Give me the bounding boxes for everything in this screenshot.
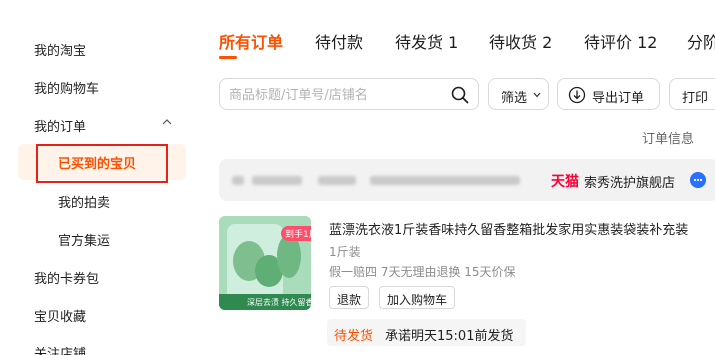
column-header-order-info: 订单信息 — [642, 132, 695, 147]
chevron-down-icon — [533, 92, 541, 98]
sidebar-item-consolidation[interactable]: 官方集运 — [58, 230, 110, 249]
sidebar-item-coupons[interactable]: 我的卡券包 — [34, 268, 99, 287]
sidebar-item-auction[interactable]: 我的拍卖 — [58, 192, 110, 211]
download-icon — [568, 86, 586, 104]
product-spec: 1斤装 — [329, 245, 361, 259]
sidebar: 我的淘宝 我的购物车 我的订单 已买到的宝贝 我的拍卖 官方集运 我的卡券包 宝… — [0, 0, 200, 355]
chevron-up-icon[interactable] — [162, 117, 172, 127]
tab-to-review[interactable]: 待评价 12 — [584, 29, 657, 53]
sidebar-item-my-taobao[interactable]: 我的淘宝 — [34, 40, 86, 59]
search-box — [219, 78, 479, 110]
product-guarantee: 假一赔四 7天无理由退换 15天价保 — [329, 265, 516, 279]
tab-all-orders[interactable]: 所有订单 — [219, 29, 283, 53]
ship-promise: 承诺明天15:01前发货 — [385, 329, 514, 344]
sidebar-item-orders[interactable]: 我的订单 — [34, 116, 86, 135]
filter-label: 筛选 — [501, 91, 528, 106]
order-status: 待发货 — [334, 329, 374, 344]
add-to-cart-button[interactable]: 加入购物车 — [379, 286, 456, 309]
search-icon[interactable] — [450, 85, 470, 105]
tab-active-indicator — [219, 56, 237, 59]
redacted-order-info — [370, 176, 520, 185]
redacted-order-info — [318, 176, 356, 185]
filter-button[interactable]: 筛选 — [488, 78, 549, 110]
export-orders-label: 导出订单 — [592, 91, 645, 106]
product-image-caption: 深层去渍 持久留香 — [247, 298, 311, 307]
tab-installments[interactable]: 分阶 — [687, 29, 715, 53]
sidebar-item-cart[interactable]: 我的购物车 — [34, 78, 99, 97]
sidebar-item-favorites[interactable]: 宝贝收藏 — [34, 306, 86, 325]
product-title[interactable]: 蓝漂洗衣液1斤装香味持久留香整箱批发家用实惠装袋装补充装 — [329, 219, 715, 238]
tab-to-pay[interactable]: 待付款 — [315, 29, 363, 53]
product-image[interactable]: 到手1斤 深层去渍 持久留香 — [219, 216, 311, 310]
export-orders-button[interactable]: 导出订单 — [557, 78, 660, 110]
tab-to-ship[interactable]: 待发货 1 — [395, 29, 458, 53]
tmall-logo: 天猫 — [551, 174, 579, 190]
shipping-status: 待发货 承诺明天15:01前发货 — [327, 319, 526, 346]
refund-button[interactable]: 退款 — [329, 286, 370, 309]
redacted-order-info — [232, 176, 244, 185]
product-image-badge: 到手1斤 — [281, 226, 311, 241]
print-label: 打印 — [682, 91, 709, 106]
print-button[interactable]: 打印 — [669, 78, 715, 110]
sidebar-item-purchased[interactable]: 已买到的宝贝 — [58, 153, 136, 172]
chat-icon[interactable] — [690, 172, 706, 188]
sidebar-item-followed-shops[interactable]: 关注店铺 — [34, 343, 86, 355]
tab-to-receive[interactable]: 待收货 2 — [489, 29, 552, 53]
search-input[interactable] — [229, 85, 449, 105]
shop-name[interactable]: 索秀洗护旗舰店 — [584, 172, 675, 191]
redacted-order-info — [252, 176, 302, 185]
